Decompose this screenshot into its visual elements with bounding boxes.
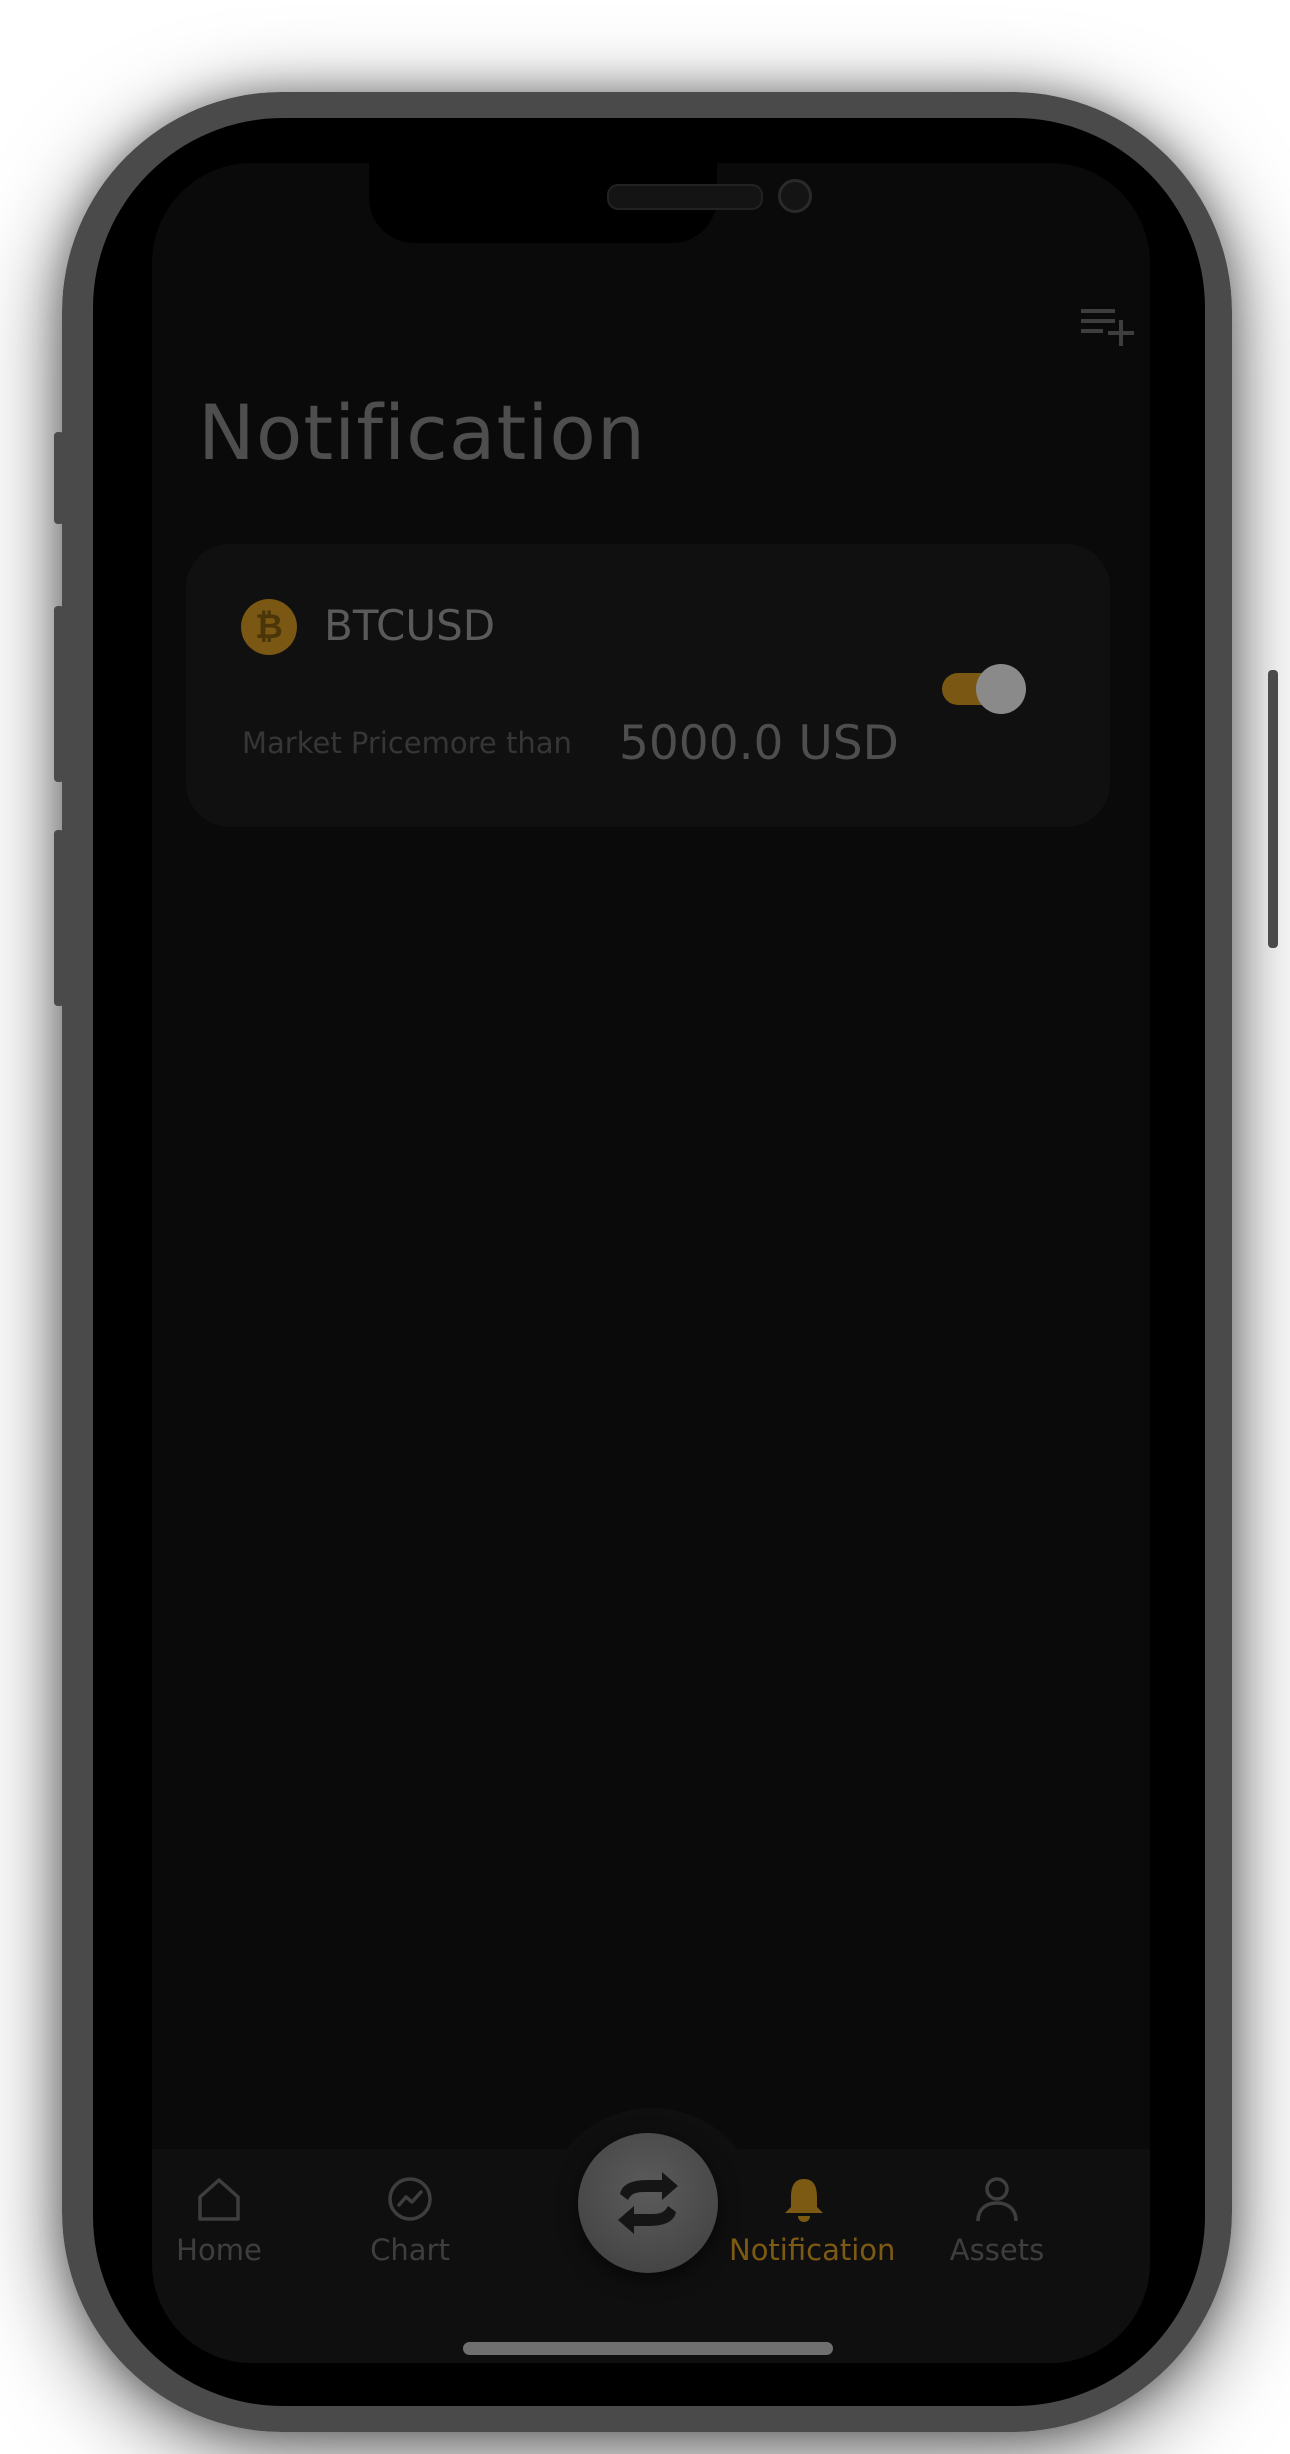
swap-icon [618,2172,678,2234]
user-icon [976,2177,1018,2222]
alert-enabled-toggle[interactable] [934,664,1026,714]
camera-lens [778,179,812,213]
mute-switch [54,432,64,524]
earpiece-speaker-grille [607,184,763,210]
alert-condition: Market Pricemore than [242,726,572,760]
page-title: Notification [198,388,647,477]
swap-button[interactable] [578,2133,718,2273]
tab-chart[interactable]: Chart [335,2175,485,2285]
alert-pair: BTCUSD [324,601,496,650]
app-screen: Notification ₿ BTCUSD Market Pricemore t… [152,163,1150,2363]
power-button [1268,670,1278,948]
home-icon [198,2178,240,2221]
bitcoin-icon: ₿ [241,599,297,655]
tab-assets[interactable]: Assets [922,2175,1072,2285]
bell-icon [785,2179,823,2222]
price-alert-card[interactable]: ₿ BTCUSD Market Pricemore than 5000.0 US… [186,544,1110,827]
chart-icon [388,2177,432,2221]
tab-chart-label: Chart [370,2233,450,2267]
alert-threshold-value: 5000.0 USD [619,716,899,771]
playlist-add-icon [1081,309,1134,346]
tab-home-label: Home [176,2233,262,2267]
home-indicator[interactable] [463,2342,833,2355]
add-alert-button[interactable] [1079,303,1139,349]
tab-assets-label: Assets [949,2233,1045,2267]
tab-notification[interactable]: Notification [729,2175,896,2285]
toggle-knob [976,664,1026,714]
volume-down-button [54,830,64,1006]
volume-up-button [54,606,64,782]
tab-home[interactable]: Home [152,2175,294,2285]
tab-notification-label: Notification [729,2233,896,2267]
